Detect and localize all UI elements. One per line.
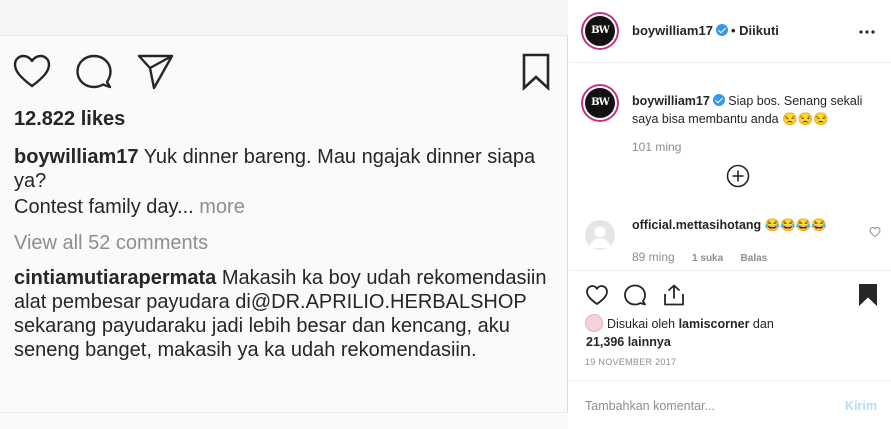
caption-truncated-text: Contest family day... xyxy=(14,196,194,218)
liked-by: Disukai oleh lamiscorner dan 21,396 lain… xyxy=(585,314,885,351)
heart-icon[interactable] xyxy=(12,52,52,92)
reply-username[interactable]: boywilliam17 xyxy=(632,94,725,108)
share-upload-icon[interactable] xyxy=(662,283,686,307)
post-action-bar xyxy=(12,52,552,92)
like-comment-heart-icon[interactable] xyxy=(869,226,881,238)
comment-username[interactable]: cintiamutiarapermata xyxy=(14,267,216,289)
liker-avatar[interactable] xyxy=(585,314,603,332)
verified-badge-icon xyxy=(715,24,728,36)
verified-badge-icon xyxy=(712,94,725,106)
reply-comment-text-block: boywilliam17 Siap bos. Senang sekali say… xyxy=(632,92,878,128)
add-comment-bar: Tambahkan komentar... Kirim xyxy=(569,380,891,429)
second-comment-username[interactable]: official.mettasihotang xyxy=(632,218,761,232)
bookmark-icon[interactable] xyxy=(516,52,556,92)
share-icon[interactable] xyxy=(136,52,176,92)
caption-continued: Contest family day... more xyxy=(14,196,245,219)
default-avatar[interactable] xyxy=(585,220,615,250)
avatar-logo: BW xyxy=(591,25,610,36)
heart-icon[interactable] xyxy=(585,283,609,307)
post-caption: boywilliam17 Yuk dinner bareng. Mau ngaj… xyxy=(14,145,554,193)
post-image-bottom-edge xyxy=(0,0,568,36)
comment-input[interactable]: Tambahkan komentar... xyxy=(585,399,715,413)
second-comment-timestamp[interactable]: 89 ming xyxy=(632,250,675,264)
comment-icon[interactable] xyxy=(623,283,647,307)
desktop-post-panel: BW boywilliam17 • Diikuti BW boywilliam1… xyxy=(569,0,891,429)
likes-count[interactable]: 21,396 lainnya xyxy=(585,333,885,351)
section-divider xyxy=(569,270,891,271)
second-comment-meta: 89 ming 1 suka Balas xyxy=(632,250,781,264)
header-username[interactable]: boywilliam17 xyxy=(632,23,728,38)
avatar-logo: BW xyxy=(591,97,610,108)
follow-status[interactable]: • Diikuti xyxy=(731,23,779,38)
panel-divider xyxy=(0,412,568,429)
view-all-comments-link[interactable]: View all 52 comments xyxy=(14,232,208,255)
mobile-post-panel: 12.822 likes boywilliam17 Yuk dinner bar… xyxy=(0,0,568,429)
bookmark-icon[interactable] xyxy=(856,283,880,307)
comment-icon[interactable] xyxy=(74,52,114,92)
second-comment-text: 😂😂😂😂 xyxy=(761,218,827,232)
post-comment-button[interactable]: Kirim xyxy=(845,399,877,413)
liker-username[interactable]: lamiscorner xyxy=(679,317,750,331)
header-username-text: boywilliam17 xyxy=(632,23,713,38)
liked-by-prefix: Disukai oleh xyxy=(607,317,679,331)
avatar[interactable]: BW xyxy=(585,88,615,118)
second-comment-text-block: official.mettasihotang 😂😂😂😂 xyxy=(632,218,827,233)
caption-username[interactable]: boywilliam17 xyxy=(14,146,139,168)
reply-username-text: boywilliam17 xyxy=(632,94,710,108)
reply-timestamp[interactable]: 101 ming xyxy=(632,140,681,154)
comment: cintiamutiarapermata Makasih ka boy udah… xyxy=(14,266,559,362)
avatar[interactable]: BW xyxy=(585,16,615,46)
more-link[interactable]: more xyxy=(199,196,245,218)
reply-button[interactable]: Balas xyxy=(741,253,768,264)
load-more-comments-icon[interactable] xyxy=(726,164,750,188)
more-options-icon[interactable] xyxy=(859,24,875,40)
second-comment-likes[interactable]: 1 suka xyxy=(692,253,723,264)
post-header: BW boywilliam17 • Diikuti xyxy=(569,0,891,63)
post-date[interactable]: 19 NOVEMBER 2017 xyxy=(585,357,676,367)
user-silhouette-icon xyxy=(589,226,611,248)
liked-by-mid: dan xyxy=(749,317,774,331)
likes-count[interactable]: 12.822 likes xyxy=(14,108,125,131)
